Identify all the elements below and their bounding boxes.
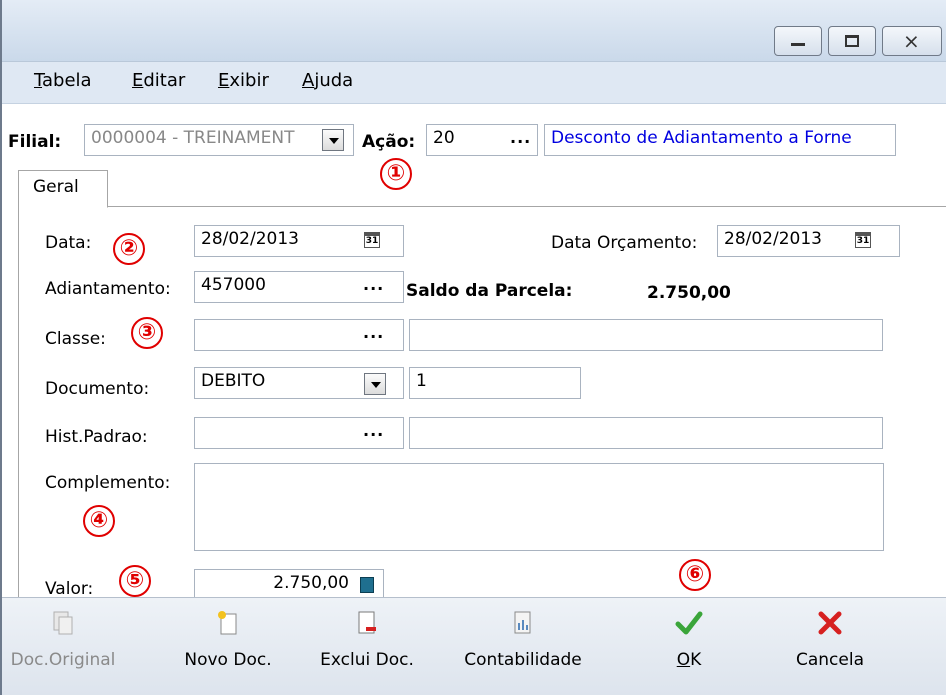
saldo-label: Saldo da Parcela: (406, 281, 573, 301)
maximize-button[interactable] (828, 26, 876, 56)
filial-label: Filial: (8, 132, 62, 152)
novo-doc-button[interactable]: Novo Doc. (178, 610, 278, 670)
data-label: Data: (45, 233, 92, 253)
marker-6: ⑥ (679, 559, 711, 591)
classe-lookup-button[interactable]: ··· (363, 327, 384, 346)
menu-bar: Tabela Editar Exibir Ajuda (2, 62, 946, 104)
documento-number-input[interactable]: 1 (409, 367, 581, 399)
data-orcamento-input[interactable]: 28/02/2013 (717, 225, 900, 257)
adiantamento-lookup-button[interactable]: ··· (363, 279, 384, 298)
application-window: ⨯ Tabela Editar Exibir Ajuda Filial: 000… (0, 0, 946, 695)
classe-label: Classe: (45, 329, 106, 349)
filial-dropdown-button[interactable] (322, 129, 344, 151)
minimize-icon (791, 43, 805, 46)
acao-lookup-button[interactable]: ··· (510, 132, 531, 151)
delete-document-icon (358, 611, 376, 634)
menu-exibir[interactable]: Exibir (218, 70, 269, 91)
classe-description (409, 319, 883, 351)
bottom-toolbar: Doc.Original Novo Doc. Exclui Doc. Conta… (2, 597, 946, 695)
cancela-button[interactable]: Cancela (782, 610, 878, 670)
menu-tabela[interactable]: Tabela (34, 70, 92, 91)
complemento-label: Complemento: (45, 473, 171, 493)
adiantamento-label: Adiantamento: (45, 279, 171, 299)
contabilidade-button[interactable]: Contabilidade (458, 610, 588, 670)
menu-ajuda[interactable]: Ajuda (302, 70, 353, 91)
marker-5: ⑤ (119, 565, 151, 597)
maximize-icon (845, 35, 859, 47)
close-button[interactable]: ⨯ (882, 26, 942, 56)
marker-4: ④ (83, 505, 115, 537)
data-orcamento-label: Data Orçamento: (551, 233, 698, 253)
documento-label: Documento: (45, 379, 150, 399)
marker-2: ② (113, 233, 145, 265)
valor-label: Valor: (45, 579, 94, 599)
new-document-icon (218, 611, 237, 635)
tab-strip: Geral (18, 164, 946, 208)
menu-editar[interactable]: Editar (132, 70, 185, 91)
header-bar: Filial: 0000004 - TREINAMENT Ação: 20 ··… (2, 104, 946, 190)
hist-padrao-description (409, 417, 883, 449)
marker-3: ③ (131, 317, 163, 349)
doc-original-button[interactable]: Doc.Original (8, 610, 118, 670)
valor-input[interactable]: 2.750,00 (194, 569, 384, 599)
title-bar: ⨯ (2, 0, 946, 62)
checkmark-icon (675, 611, 703, 635)
filial-select[interactable]: 0000004 - TREINAMENT (84, 124, 354, 156)
cancel-x-icon (818, 611, 842, 635)
complemento-textarea[interactable] (194, 463, 884, 551)
ledger-icon (514, 611, 531, 634)
close-icon: ⨯ (903, 29, 920, 53)
hist-padrao-lookup-button[interactable]: ··· (363, 425, 384, 444)
calculator-icon[interactable] (360, 577, 374, 593)
calendar-icon[interactable]: 31 (364, 232, 380, 248)
saldo-value: 2.750,00 (647, 283, 731, 303)
documento-dropdown-button[interactable] (364, 373, 386, 395)
calendar-icon-orcamento[interactable]: 31 (855, 232, 871, 248)
ok-button[interactable]: OK (664, 610, 714, 670)
acao-description: Desconto de Adiantamento a Forne (544, 124, 896, 156)
hist-padrao-label: Hist.Padrao: (45, 427, 148, 447)
geral-panel: Data: ② 28/02/2013 31 Data Orçamento: 28… (18, 207, 946, 599)
filial-value: 0000004 - TREINAMENT (91, 128, 295, 148)
document-copy-icon (53, 611, 73, 635)
tab-geral[interactable]: Geral (18, 170, 108, 208)
minimize-button[interactable] (774, 26, 822, 56)
exclui-doc-button[interactable]: Exclui Doc. (312, 610, 422, 670)
acao-label: Ação: (362, 132, 416, 152)
